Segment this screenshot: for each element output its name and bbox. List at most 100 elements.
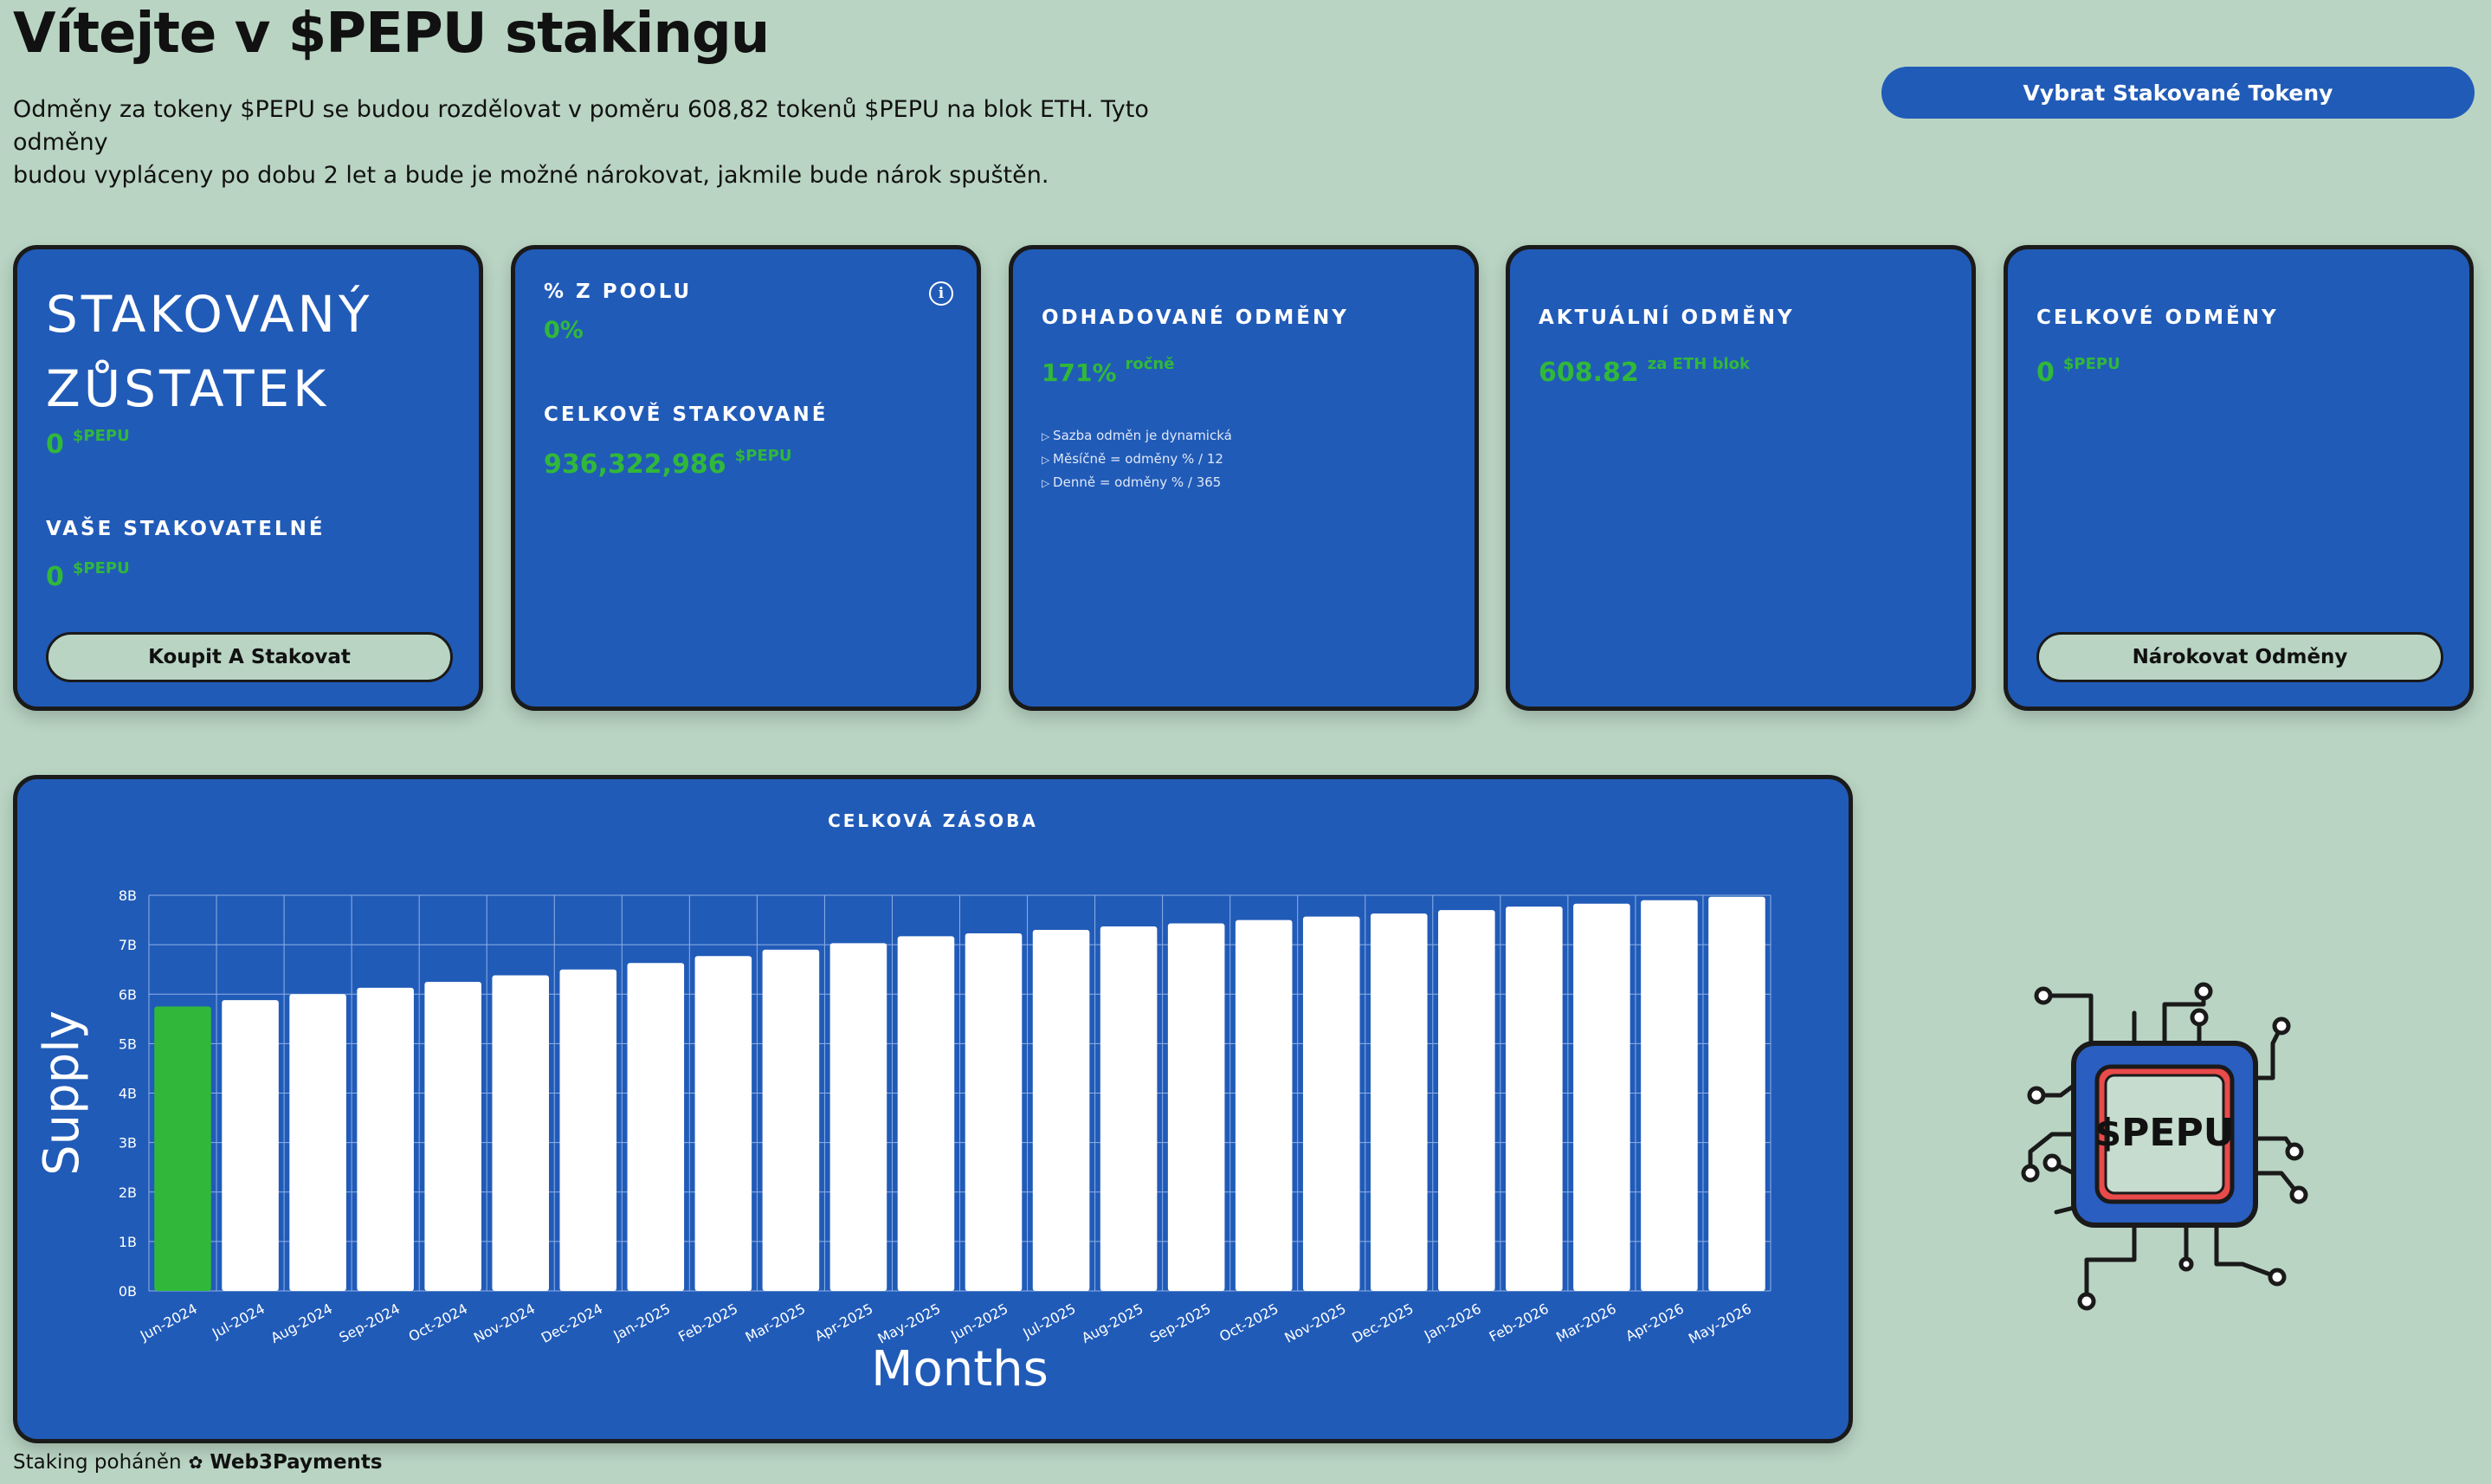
footer: Staking poháněn ✿ Web3Payments [13,1451,383,1474]
bar-Nov-2024 [492,975,550,1291]
bar-Sep-2025 [1167,923,1225,1291]
x-tick-label: May-2026 [1686,1300,1754,1347]
bar-Sep-2024 [357,987,414,1291]
intro-line-2: budou vypláceny po dobu 2 let a bude je … [13,162,1049,189]
bar-Oct-2024 [424,981,481,1291]
x-tick-label: Feb-2026 [1487,1300,1552,1345]
bar-Jan-2026 [1438,910,1495,1291]
y-tick-label: 4B [119,1086,137,1102]
total-staked-amount: 936,322,986 [544,449,726,480]
bar-Apr-2026 [1641,900,1698,1291]
staked-balance-value: 0 $PEPU [46,427,130,460]
pool-share-value: 0% [544,317,584,344]
x-tick-label: Nov-2025 [1281,1300,1348,1346]
stakeable-label: VAŠE STAKOVATELNÉ [46,518,326,540]
x-tick-label: Mar-2026 [1553,1300,1619,1345]
y-tick-label: 3B [119,1135,137,1152]
total-rewards-amount: 0 [2036,358,2055,388]
estimated-rewards-label: ODHADOVANÉ ODMĚNY [1042,306,1349,329]
current-rewards-card: AKTUÁLNÍ ODMĚNY 608.82 za ETH blok [1506,245,1976,711]
stakeable-value: 0 $PEPU [46,559,130,592]
pool-share-card: % Z POOLU i 0% CELKOVĚ STAKOVANÉ 936,322… [511,245,981,711]
bar-Aug-2025 [1100,926,1158,1291]
bar-Oct-2025 [1235,919,1293,1291]
x-tick-label: Nov-2024 [471,1300,538,1346]
y-tick-label: 1B [119,1234,137,1250]
bar-Jun-2025 [965,932,1023,1291]
bar-Jan-2025 [627,963,685,1291]
bar-Nov-2025 [1302,916,1360,1291]
current-rewards-unit: za ETH blok [1647,355,1750,373]
pepu-chip-illustration: $PEPU [2021,982,2308,1311]
info-icon[interactable]: i [929,281,953,306]
x-tick-label: Jun-2024 [137,1300,200,1345]
bar-Feb-2026 [1506,907,1563,1291]
x-tick-label: Jan-2025 [610,1300,674,1345]
x-tick-label: Mar-2025 [743,1300,809,1345]
current-rewards-value: 608.82 za ETH blok [1539,355,1750,388]
x-tick-label: Dec-2025 [1349,1300,1416,1346]
rewards-note: Sazba odměn je dynamická [1042,424,1232,448]
x-tick-label: Feb-2025 [675,1300,740,1345]
bar-Apr-2025 [829,943,887,1291]
bar-Jul-2025 [1032,929,1090,1291]
withdraw-staked-button[interactable]: Vybrat Stakované Tokeny [1881,67,2475,119]
total-rewards-unit: $PEPU [2062,355,2120,373]
y-axis-label: Supply [34,1010,90,1176]
stakeable-unit: $PEPU [72,559,130,577]
pool-share-label: % Z POOLU [544,281,693,303]
estimated-rewards-unit: ročně [1125,355,1175,373]
total-supply-chart-card: CELKOVÁ ZÁSOBA 0B 1B 2B 3B 4B 5B 6B 7B 8B Jun-202… [13,775,1853,1443]
chip-label: $PEPU [2095,1111,2235,1155]
bar-Mar-2025 [762,949,820,1291]
x-tick-label: May-2025 [874,1300,943,1347]
bar-Aug-2024 [289,994,346,1291]
stakeable-amount: 0 [46,562,64,592]
footer-text: Staking poháněn [13,1451,182,1474]
estimated-rewards-amount: 171% [1042,358,1117,387]
bar-Feb-2025 [694,956,752,1291]
total-staked-value: 936,322,986 $PEPU [544,447,792,480]
intro-line-1: Odměny za tokeny $PEPU se budou rozdělov… [13,96,1149,156]
x-tick-label: Dec-2024 [539,1300,605,1346]
page-title: Vítejte v $PEPU stakingu [13,2,770,66]
x-tick-label: Jan-2026 [1421,1300,1484,1345]
buy-and-stake-button[interactable]: Koupit A Stakovat [46,632,453,682]
intro-text: Odměny za tokeny $PEPU se budou rozdělov… [13,94,1225,192]
rewards-notes: Sazba odměn je dynamická Měsíčně = odměn… [1042,424,1232,494]
x-tick-label: Oct-2025 [1216,1300,1281,1345]
supply-bar-chart: 0B1B2B3B4B5B6B7B8BJun-2024 Jul-2024 Aug-20… [34,887,1771,1397]
current-rewards-amount: 608.82 [1539,358,1639,388]
bar-May-2026 [1708,896,1765,1291]
claim-rewards-button[interactable]: Nárokovat Odměny [2036,632,2443,682]
y-tick-label: 6B [119,986,137,1003]
total-rewards-card: CELKOVÉ ODMĚNY 0 $PEPU Nárokovat Odměny [2004,245,2474,711]
estimated-rewards-card: ODHADOVANÉ ODMĚNY 171% ročně Sazba odměn … [1009,245,1479,711]
staked-balance-label-line1: STAKOVANÝ [46,285,373,344]
rewards-note: Měsíčně = odměny % / 12 [1042,448,1232,471]
bar-Mar-2026 [1573,903,1630,1291]
staked-balance-label: STAKOVANÝ ZŮSTATEK [46,277,372,426]
staked-balance-unit: $PEPU [72,427,130,445]
x-tick-label: Sep-2024 [336,1300,403,1346]
estimated-rewards-value: 171% ročně [1042,355,1174,387]
bar-Dec-2025 [1370,913,1428,1291]
bar-Jun-2024 [154,1006,211,1291]
y-tick-label: 8B [119,887,137,904]
rewards-note: Denně = odměny % / 365 [1042,471,1232,494]
y-tick-label: 7B [119,937,137,953]
y-tick-label: 5B [119,1036,137,1052]
x-tick-label: Jul-2024 [209,1300,268,1342]
bar-May-2025 [897,936,955,1291]
bar-Jul-2024 [222,1000,279,1291]
x-tick-label: Sep-2025 [1147,1300,1214,1346]
total-staked-unit: $PEPU [734,447,792,465]
x-tick-label: Apr-2026 [1623,1300,1687,1345]
total-rewards-label: CELKOVÉ ODMĚNY [2036,306,2279,329]
total-rewards-value: 0 $PEPU [2036,355,2120,388]
bar-Dec-2024 [559,969,617,1291]
footer-brand-link[interactable]: Web3Payments [210,1451,382,1474]
web3payments-logo-icon: ✿ [188,1452,203,1473]
y-tick-label: 0B [119,1283,137,1300]
x-tick-label: Jul-2025 [1020,1300,1079,1342]
